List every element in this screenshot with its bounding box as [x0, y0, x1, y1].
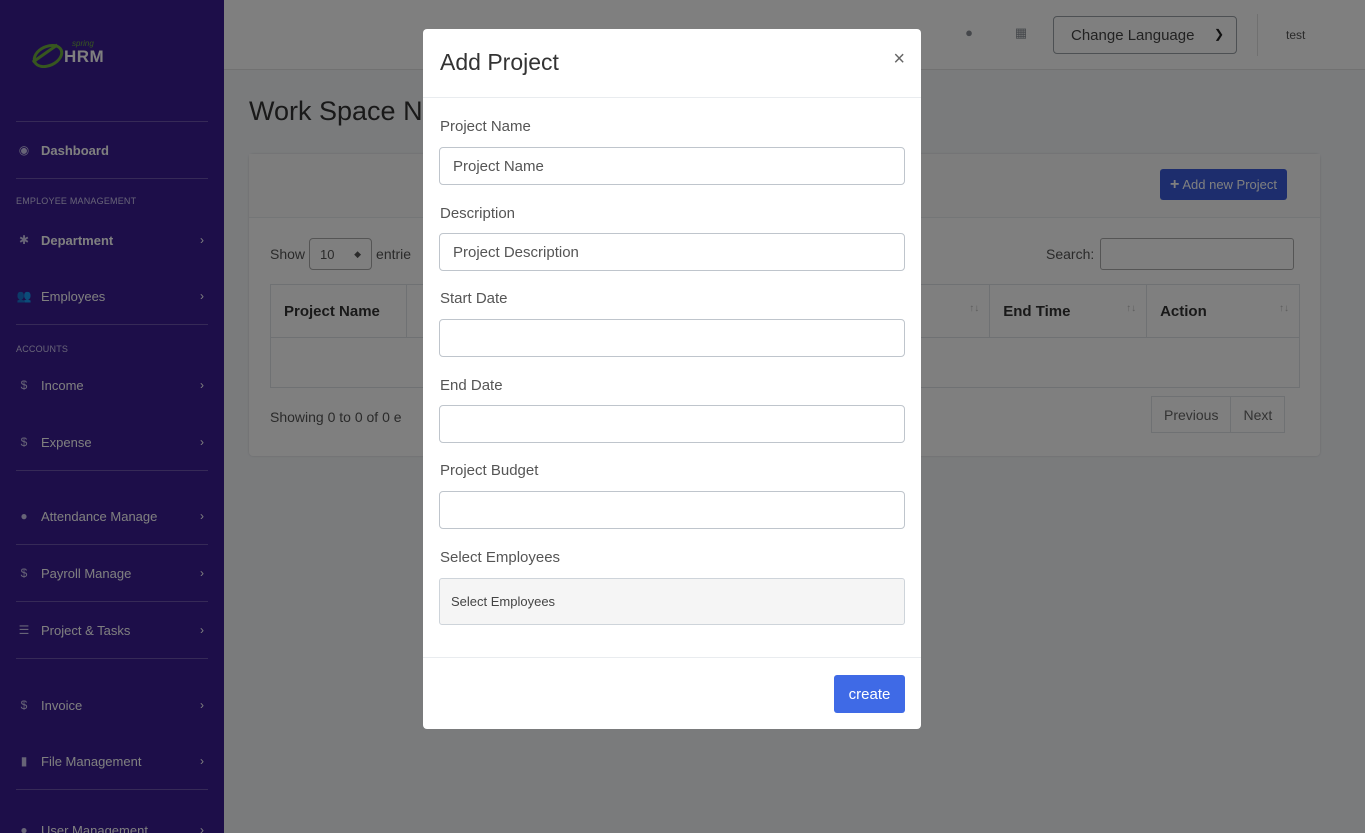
modal-title: Add Project: [440, 49, 559, 75]
select-employees-placeholder: Select Employees: [451, 594, 556, 609]
select-employees-dropdown[interactable]: Select Employees: [439, 578, 905, 625]
create-button[interactable]: create: [834, 675, 905, 713]
end-date-label: End Date: [440, 377, 503, 394]
project-budget-input[interactable]: [439, 491, 905, 529]
close-icon[interactable]: ×: [893, 48, 905, 71]
project-budget-label: Project Budget: [440, 462, 539, 479]
end-date-input[interactable]: [439, 405, 905, 443]
description-input[interactable]: [439, 233, 905, 271]
add-project-modal: Add Project × Project Name Description S…: [423, 29, 921, 729]
description-label: Description: [440, 205, 516, 222]
select-employees-label: Select Employees: [440, 549, 561, 566]
modal-header: Add Project ×: [423, 29, 921, 98]
project-name-input[interactable]: [439, 147, 905, 185]
start-date-input[interactable]: [439, 319, 905, 357]
modal-footer: create: [423, 657, 921, 729]
project-name-label: Project Name: [440, 118, 531, 135]
start-date-label: Start Date: [440, 290, 508, 307]
